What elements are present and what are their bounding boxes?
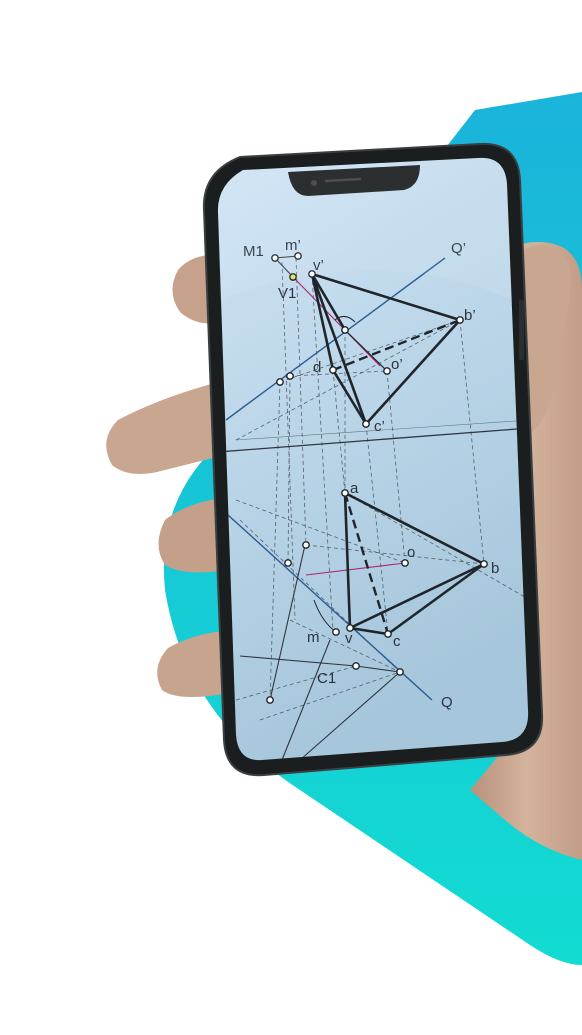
label-m: m bbox=[307, 629, 320, 646]
label-C1: C1 bbox=[317, 670, 336, 687]
label-d: d bbox=[313, 359, 321, 376]
scene: M1 m’ v’ V1 Q’ b’ d o’ c’ a o b m v c C1… bbox=[106, 92, 582, 965]
label-b-prime: b’ bbox=[464, 307, 476, 324]
label-o-prime: o’ bbox=[391, 356, 403, 373]
label-o: o bbox=[407, 544, 415, 561]
label-c: c bbox=[393, 633, 401, 650]
label-b: b bbox=[491, 560, 499, 577]
phone-side-button bbox=[519, 300, 524, 360]
label-v: v bbox=[345, 630, 353, 647]
label-V1: V1 bbox=[278, 285, 296, 302]
label-Q: Q bbox=[441, 694, 453, 711]
label-a: a bbox=[350, 480, 359, 497]
label-c-prime: c’ bbox=[374, 418, 385, 435]
